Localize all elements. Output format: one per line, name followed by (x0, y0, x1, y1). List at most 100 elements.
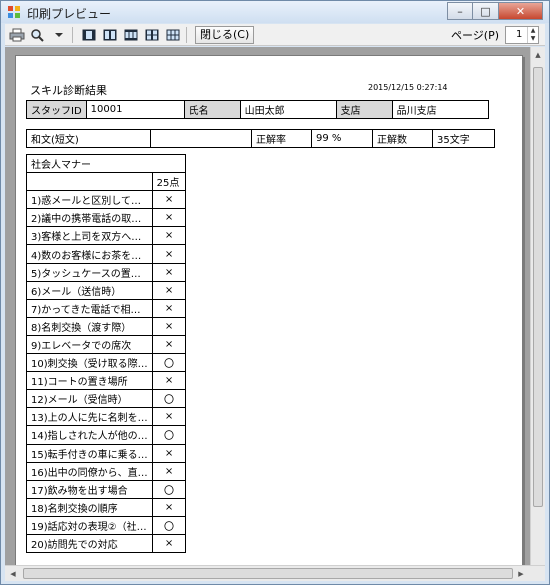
stepper-arrows[interactable]: ▲ ▼ (527, 27, 538, 43)
question-cell: 16)出中の同僚から、直… (26, 461, 153, 481)
table-row: 16)出中の同僚から、直… × (26, 461, 187, 481)
rate-value: 99 % (311, 129, 373, 148)
question-cell: 12)メール（受信時） (26, 389, 153, 409)
result-mark-cell: 〇 (151, 389, 187, 409)
preview-area[interactable]: スキル診断結果 2015/12/15 0:27:14 スタッフID 10001 … (5, 47, 545, 581)
toolbar: 閉じる(C) ページ(P) 1 ▲ ▼ (5, 24, 545, 46)
question-cell: 13)上の人に先に名刺を… (26, 407, 153, 427)
table-row: 2)議中の携帯電話の取… × (26, 208, 187, 228)
result-mark-cell: × (151, 497, 187, 517)
name-value: 山田太郎 (239, 100, 337, 119)
result-mark-cell: 〇 (151, 425, 187, 445)
printer-icon (9, 28, 25, 41)
result-mark-cell: × (151, 316, 187, 336)
result-mark-cell: × (151, 208, 187, 228)
question-cell: 11)コートの置き場所 (26, 371, 153, 391)
result-mark-cell: × (151, 244, 187, 264)
question-cell: 17)飲み物を出す場合 (26, 479, 153, 499)
scroll-right-icon[interactable]: ▶ (513, 566, 529, 581)
question-cell: 5)タッシュケースの置… (26, 262, 153, 282)
result-mark-cell: × (151, 371, 187, 391)
close-window-button[interactable]: ✕ (499, 2, 543, 20)
question-cell: 9)エレベータでの席次 (26, 334, 153, 355)
table-row: 3)客様と上司を双方へ… × (26, 226, 187, 246)
minimize-button[interactable]: – (447, 2, 473, 20)
question-cell: 6)メール（送信時） (26, 280, 153, 300)
table-row: 20)訪問先での対応 × (26, 533, 187, 554)
table-row: 4)数のお客様にお茶を… × (26, 244, 187, 264)
horizontal-scroll-thumb[interactable] (23, 568, 513, 579)
question-cell: 19)話応対の表現②（社… (26, 515, 153, 535)
manner-items-table: 社会人マナー 25点 1)惑メールと区別して… × 2)議中の携帯電話の取… × 3)客… (25, 153, 187, 554)
count-label: 正解数 (372, 129, 433, 148)
table-row: 14)指しされた人が他の… 〇 (26, 425, 187, 445)
two-pages-button[interactable] (101, 26, 119, 44)
six-pages-icon (166, 29, 180, 40)
chevron-down-icon (55, 32, 63, 37)
toolbar-separator (72, 26, 73, 43)
section-title: 社会人マナー (25, 153, 187, 174)
horizontal-scrollbar[interactable]: ◀ ▶ (5, 565, 545, 581)
three-pages-icon (124, 29, 138, 40)
print-button[interactable] (8, 26, 26, 44)
result-mark-cell: × (151, 262, 187, 282)
one-page-icon (82, 29, 96, 40)
name-label: 氏名 (183, 100, 241, 119)
result-mark-cell: × (151, 190, 187, 210)
result-mark-cell: × (151, 533, 187, 554)
question-cell: 3)客様と上司を双方へ… (26, 226, 153, 246)
print-preview-window: 印刷プレビュー – □ ✕ 閉じる(C) ページ(P) 1 ▲ ▼ スキル診断結… (0, 0, 550, 585)
title-bar[interactable]: 印刷プレビュー – □ ✕ (1, 1, 549, 23)
scroll-up-icon[interactable]: ▲ (531, 47, 545, 63)
table-row: 13)上の人に先に名刺を… × (26, 407, 187, 427)
staff-id-label: スタッフID (26, 100, 87, 119)
four-pages-icon (145, 29, 159, 40)
result-mark-cell: × (151, 461, 187, 481)
six-pages-button[interactable] (164, 26, 182, 44)
magnifier-icon (31, 28, 44, 42)
result-mark-cell: × (151, 407, 187, 427)
result-summary-table: 和文(短文) 正解率 99 % 正解数 35文字 (26, 129, 495, 148)
close-preview-button[interactable]: 閉じる(C) (195, 25, 255, 44)
maximize-button[interactable]: □ (473, 2, 499, 20)
table-row: 15)転手付きの車に乗る… × (26, 443, 187, 463)
page-label: ページ(P) (451, 29, 499, 42)
result-mark-cell: × (151, 334, 187, 355)
zoom-dropdown[interactable] (50, 26, 68, 44)
staff-info-table: スタッフID 10001 氏名 山田太郎 支店 品川支店 (26, 100, 489, 119)
four-pages-button[interactable] (143, 26, 161, 44)
vertical-scroll-thumb[interactable] (533, 67, 543, 507)
branch-label: 支店 (335, 100, 393, 119)
result-mark-cell: × (151, 280, 187, 300)
question-cell: 2)議中の携帯電話の取… (26, 208, 153, 228)
question-cell: 8)名刺交換（渡す際） (26, 316, 153, 336)
question-cell: 4)数のお客様にお茶を… (26, 244, 153, 264)
app-icon (8, 6, 20, 18)
page-number-stepper[interactable]: 1 ▲ ▼ (505, 26, 539, 44)
vertical-scrollbar[interactable]: ▲ (530, 47, 545, 565)
window-controls: – □ ✕ (447, 2, 543, 20)
window-title: 印刷プレビュー (27, 7, 112, 21)
one-page-button[interactable] (80, 26, 98, 44)
table-row: 6)メール（送信時） × (26, 280, 187, 300)
two-pages-icon (103, 29, 117, 40)
category-cell: 和文(短文) (26, 129, 151, 148)
score-blank-cell (26, 172, 153, 192)
page-number-value: 1 (516, 29, 523, 40)
table-row: 12)メール（受信時）〇 (26, 389, 187, 409)
table-row: 1)惑メールと区別して… × (26, 190, 187, 210)
table-row: 7)かってきた電話で相… × (26, 298, 187, 318)
score-cell: 25点 (151, 172, 187, 192)
table-row: 8)名刺交換（渡す際） × (26, 316, 187, 336)
result-mark-cell: 〇 (151, 479, 187, 499)
question-cell: 15)転手付きの車に乗る… (26, 443, 153, 463)
zoom-button[interactable] (29, 26, 47, 44)
three-pages-button[interactable] (122, 26, 140, 44)
question-cell: 10)刺交換（受け取る際… (26, 353, 153, 373)
scroll-left-icon[interactable]: ◀ (5, 566, 21, 581)
question-cell: 20)訪問先での対応 (26, 533, 153, 554)
table-row: 10)刺交換（受け取る際… 〇 (26, 353, 187, 373)
result-mark-cell: 〇 (151, 353, 187, 373)
table-row: 17)飲み物を出す場合〇 (26, 479, 187, 499)
rate-label: 正解率 (251, 129, 312, 148)
